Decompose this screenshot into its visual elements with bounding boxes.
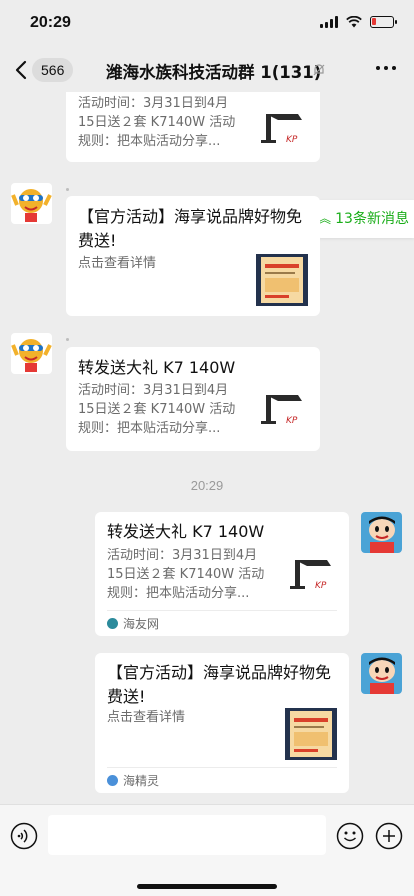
product-thumbnail: KP xyxy=(261,114,302,145)
source-label: 海友网 xyxy=(123,616,160,631)
chat-title: 潍海水族科技活动群 1(131) xyxy=(106,63,322,82)
sender-name-dot xyxy=(66,338,69,341)
voice-icon[interactable] xyxy=(10,822,38,850)
card-source: 海友网 xyxy=(107,610,337,636)
card-title: 【官方活动】海享说品牌好物免费送! xyxy=(78,207,303,250)
product-thumbnail: KP xyxy=(290,560,331,591)
link-card[interactable]: 活动时间：3月31日到4月 15日送２套 K7140W 活动 规则：把本贴活动分… xyxy=(66,92,320,162)
status-bar: 20:29 xyxy=(0,0,414,48)
product-thumbnail xyxy=(256,254,308,306)
plus-icon[interactable] xyxy=(375,822,403,850)
link-card[interactable]: 转发送大礼 K7 140W 活动时间：3月31日到4月 15日送２套 K7140… xyxy=(95,512,349,636)
message-input[interactable] xyxy=(48,815,326,855)
status-time: 20:29 xyxy=(30,14,71,31)
sender-name-dot xyxy=(66,188,69,191)
unread-count-badge[interactable]: 566 xyxy=(32,58,74,82)
product-thumbnail xyxy=(285,708,337,760)
sender-avatar[interactable] xyxy=(11,183,52,224)
link-card[interactable]: 【官方活动】海享说品牌好物免费送! 点击查看详情 xyxy=(66,196,320,316)
card-title: 转发送大礼 K7 140W xyxy=(78,358,236,377)
emoji-icon[interactable] xyxy=(336,822,364,850)
card-description: 活动时间：3月31日到4月 15日送２套 K7140W 活动 规则：把本贴活动分… xyxy=(107,548,265,601)
card-description: 点击查看详情 xyxy=(107,710,186,725)
back-chevron-icon[interactable] xyxy=(12,58,32,82)
input-bar xyxy=(0,804,414,896)
chat-area[interactable]: 活动时间：3月31日到4月 15日送２套 K7140W 活动 规则：把本贴活动分… xyxy=(0,92,414,804)
sender-avatar[interactable] xyxy=(11,333,52,374)
link-card[interactable]: 转发送大礼 K7 140W 活动时间：3月31日到4月 15日送２套 K7140… xyxy=(66,347,320,451)
mute-bell-icon xyxy=(313,64,325,76)
my-avatar[interactable] xyxy=(361,512,402,553)
double-chevron-up-icon: ︽ xyxy=(318,212,336,227)
nav-bar: 566 潍海水族科技活动群 1(131) xyxy=(0,48,414,92)
source-icon xyxy=(107,618,118,629)
card-title: 转发送大礼 K7 140W xyxy=(107,522,265,541)
svg-text:KP: KP xyxy=(286,135,298,145)
card-description: 活动时间：3月31日到4月 15日送２套 K7140W 活动 规则：把本贴活动分… xyxy=(78,383,236,436)
source-icon xyxy=(107,775,118,786)
card-description: 活动时间：3月31日到4月 15日送２套 K7140W 活动 规则：把本贴活动分… xyxy=(78,96,236,149)
more-dots-icon[interactable] xyxy=(376,66,396,70)
card-title: 【官方活动】海享说品牌好物免费送! xyxy=(107,663,332,706)
signal-icon xyxy=(320,16,338,28)
time-divider: 20:29 xyxy=(190,478,224,493)
product-thumbnail: KP xyxy=(261,395,302,426)
card-description: 点击查看详情 xyxy=(78,256,157,271)
link-card[interactable]: 【官方活动】海享说品牌好物免费送! 点击查看详情 海精灵 xyxy=(95,653,349,793)
my-avatar[interactable] xyxy=(361,653,402,694)
home-indicator xyxy=(137,884,277,889)
card-source: 海精灵 xyxy=(107,767,337,793)
source-label: 海精灵 xyxy=(123,773,160,788)
wifi-icon xyxy=(346,16,362,28)
status-icons xyxy=(320,16,397,28)
svg-text:KP: KP xyxy=(286,416,298,426)
svg-text:KP: KP xyxy=(315,581,327,591)
battery-icon xyxy=(370,16,397,28)
